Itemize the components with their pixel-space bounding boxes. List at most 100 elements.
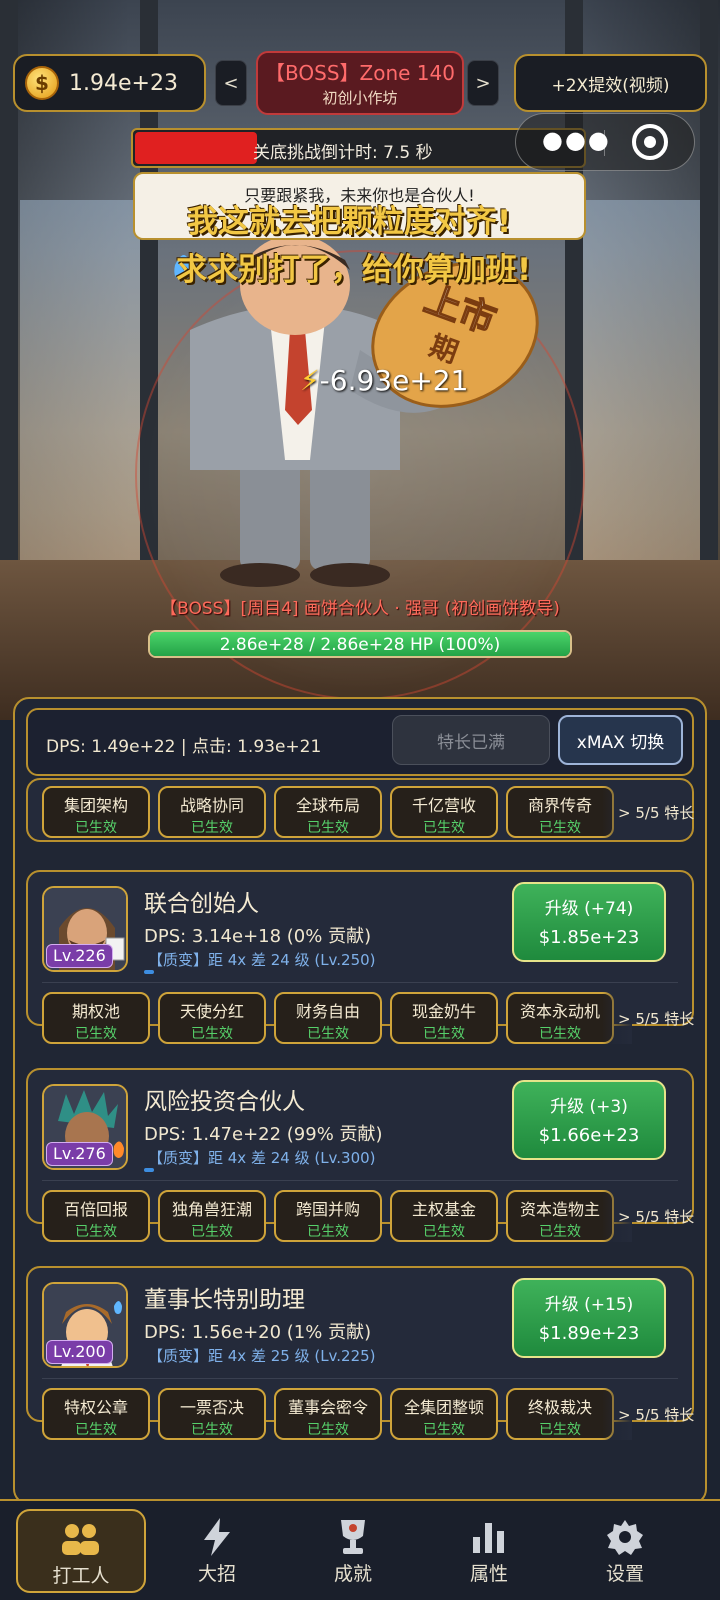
unit-mutation: 【质变】距 4x 差 24 级 (Lv.250) [148,951,376,969]
perk-status: 已生效 [75,1026,117,1042]
more-dots-icon[interactable]: ●●● [542,126,611,154]
prev-zone-button[interactable]: < [215,60,247,106]
perk-chip[interactable]: 现金奶牛 已生效 [390,992,498,1044]
perk-name: 财务自由 [295,1002,360,1021]
perk-status: 已生效 [539,1224,581,1240]
perk-row: 集团架构 已生效 战略协同 已生效 全球布局 已生效 千亿营收 已生效 商界传奇… [42,786,694,838]
perk-count: > 5/5 特长 [618,1404,694,1425]
dollar-coin-icon: $ [25,66,59,100]
perk-row: 期权池 已生效 天使分红 已生效 财务自由 已生效 现金奶牛 已生效 资本永动机… [42,992,694,1044]
perk-status: 已生效 [307,1026,349,1042]
unit-card-vc-partner: Lv.276 风险投资合伙人 DPS: 1.47e+22 (99% 贡献) 【质… [26,1068,694,1242]
unit-name: 董事长特别助理 [144,1287,305,1313]
next-zone-button[interactable]: > [467,60,499,106]
perk-chip[interactable]: 全球布局 已生效 [274,786,382,838]
perk-count-text: 5/5 特长 [635,804,695,822]
hp-text: 2.86e+28 / 2.86e+28 HP (100%) [219,635,501,655]
trophy-icon [288,1517,418,1557]
perk-name: 主权基金 [411,1200,476,1219]
close-target-icon[interactable] [632,124,668,160]
chevron-right-icon: > [618,1208,636,1226]
unit-name: 风险投资合伙人 [144,1089,305,1115]
tab-attributes[interactable]: 属性 [424,1509,554,1593]
perk-chip[interactable]: 百倍回报 已生效 [42,1190,150,1242]
perk-chip[interactable]: 独角兽狂潮 已生效 [158,1190,266,1242]
perk-name: 战略协同 [179,796,244,815]
perk-count: > 5/5 特长 [618,802,694,823]
zone-title: 【BOSS】Zone 140 [265,61,455,85]
gear-icon [560,1517,690,1557]
perk-chip[interactable]: 天使分红 已生效 [158,992,266,1044]
level-badge: Lv.200 [46,1340,113,1364]
perk-status: 已生效 [191,1422,233,1438]
video-boost-button[interactable]: +2X提效(视频) [514,54,707,112]
damage-number: ⚡-6.93e+21 [300,364,468,397]
perk-count-text: 5/5 特长 [635,1010,695,1028]
perk-status: 已生效 [75,1224,117,1240]
coin-amount: 1.94e+23 [69,70,178,96]
perk-name: 跨国并购 [295,1200,360,1219]
perk-chip[interactable]: 特权公章 已生效 [42,1388,150,1440]
upgrade-button[interactable]: 升级 (+74) $1.85e+23 [512,882,666,962]
workers-icon [18,1519,144,1559]
boss-hp-bar: 2.86e+28 / 2.86e+28 HP (100%) [148,630,572,658]
perk-chip[interactable]: 终极裁决 已生效 [506,1388,614,1440]
tab-achievements[interactable]: 成就 [288,1509,418,1593]
lightning-icon [152,1517,282,1557]
perk-chip[interactable]: 主权基金 已生效 [390,1190,498,1242]
perk-status: 已生效 [539,1026,581,1042]
perk-status: 已生效 [423,1422,465,1438]
xmax-toggle-button[interactable]: xMAX 切换 [558,715,683,765]
perk-chip[interactable]: 战略协同 已生效 [158,786,266,838]
zone-subtitle: 初创小作坊 [322,89,398,107]
tab-ultimate[interactable]: 大招 [152,1509,282,1593]
upgrade-button[interactable]: 升级 (+15) $1.89e+23 [512,1278,666,1358]
perk-chip[interactable]: 期权池 已生效 [42,992,150,1044]
bar-chart-icon [424,1517,554,1557]
perk-chip[interactable]: 董事会密令 已生效 [274,1388,382,1440]
perk-status: 已生效 [423,820,465,836]
dps-click-stats: DPS: 1.49e+22 | 点击: 1.93e+21 [46,737,322,757]
divider [42,1378,678,1379]
perks-maxed-button[interactable]: 特长已满 [392,715,550,765]
perk-name: 现金奶牛 [411,1002,476,1021]
upgrade-label: 升级 (+3) [550,1097,628,1117]
unit-mutation: 【质变】距 4x 差 24 级 (Lv.300) [148,1149,376,1167]
perk-chip[interactable]: 一票否决 已生效 [158,1388,266,1440]
perk-name: 一票否决 [179,1398,244,1417]
perk-chip[interactable]: 商界传奇 已生效 [506,786,614,838]
perk-count: > 5/5 特长 [618,1008,694,1029]
chevron-right-icon: > [618,1406,636,1424]
perk-name: 集团架构 [63,796,128,815]
perk-status: 已生效 [75,1422,117,1438]
upgrade-button[interactable]: 升级 (+3) $1.66e+23 [512,1080,666,1160]
perk-chip[interactable]: 资本造物主 已生效 [506,1190,614,1242]
upgrade-label: 升级 (+15) [544,1295,634,1315]
perk-row: 特权公章 已生效 一票否决 已生效 董事会密令 已生效 全集团整顿 已生效 终极… [42,1388,694,1440]
perk-name: 独角兽狂潮 [171,1200,252,1219]
perk-name: 天使分红 [179,1002,244,1021]
tab-settings[interactable]: 设置 [560,1509,690,1593]
tab-label: 属性 [469,1563,508,1585]
chevron-right-icon: > [618,804,636,822]
perk-chip[interactable]: 全集团整顿 已生效 [390,1388,498,1440]
perk-chip[interactable]: 千亿营收 已生效 [390,786,498,838]
perk-name: 资本造物主 [519,1200,600,1219]
perk-chip[interactable]: 资本永动机 已生效 [506,992,614,1044]
unit-mutation: 【质变】距 4x 差 25 级 (Lv.225) [148,1347,376,1365]
perk-chip[interactable]: 财务自由 已生效 [274,992,382,1044]
perk-status: 已生效 [539,820,581,836]
level-badge: Lv.276 [46,1142,113,1166]
perk-count-text: 5/5 特长 [635,1406,695,1424]
upgrade-label: 升级 (+74) [544,899,634,919]
unit-dps: DPS: 1.56e+20 (1% 贡献) [144,1322,372,1343]
damage-value: -6.93e+21 [319,364,469,397]
avatar: Lv.226 [42,886,128,972]
top-perks-card: 集团架构 已生效 战略协同 已生效 全球布局 已生效 千亿营收 已生效 商界传奇… [26,778,694,842]
boss-character[interactable]: 上市 期 [150,240,570,590]
perk-chip[interactable]: 集团架构 已生效 [42,786,150,838]
perk-chip[interactable]: 跨国并购 已生效 [274,1190,382,1242]
tab-workers[interactable]: 打工人 [16,1509,146,1593]
perk-status: 已生效 [307,1224,349,1240]
perk-status: 已生效 [191,1224,233,1240]
